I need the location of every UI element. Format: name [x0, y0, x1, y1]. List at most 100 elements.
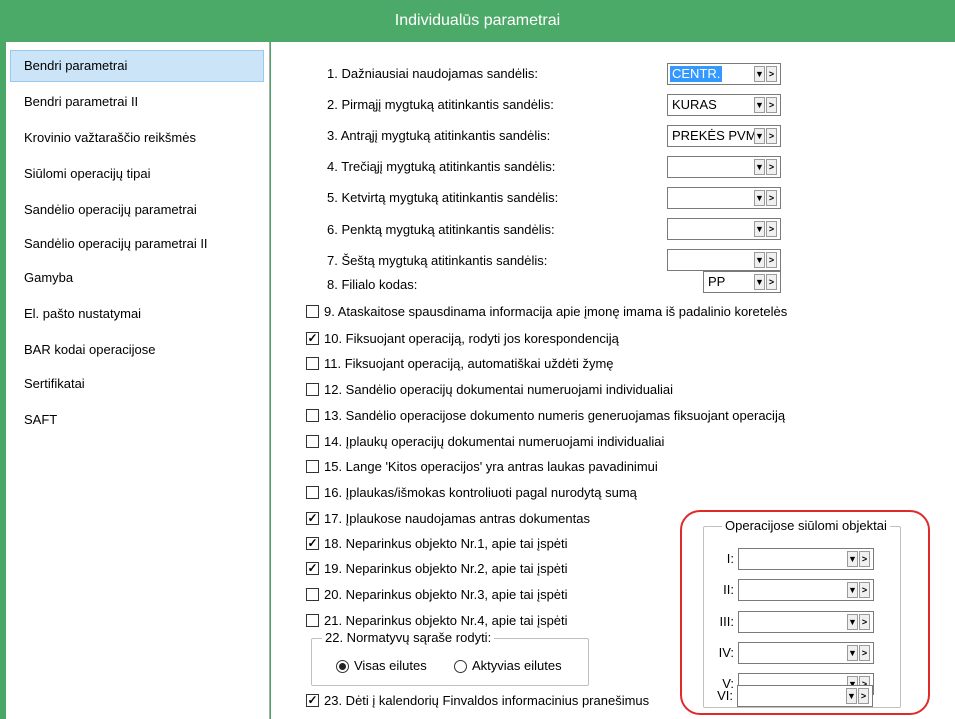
sidebar-item-sandelio-operaciju-parametrai-ii[interactable]: Sandėlio operacijų parametrai II — [10, 228, 264, 260]
checkbox-15[interactable] — [306, 460, 319, 473]
checkbox-17-label: 17. Įplaukose naudojamas antras dokument… — [324, 511, 590, 526]
chevron-down-icon[interactable]: ▼ — [754, 128, 765, 144]
object-value-iv[interactable] — [741, 645, 745, 661]
normative-list-group: 22. Normatyvų sąraše rodyti: Visas eilut… — [311, 630, 589, 686]
object-combo-vi[interactable]: ▼ > — [737, 685, 873, 707]
suggested-objects-group: Operacijose siūlomi objektai I: ▼ > II: ▼… — [703, 518, 901, 708]
warehouse-value-6[interactable] — [670, 221, 674, 237]
warehouse-label-2: 2. Pirmąjį mygtuką atitinkantis sandėlis… — [327, 97, 554, 112]
warehouse-label-4: 4. Trečiąjį mygtuką atitinkantis sandėli… — [327, 159, 556, 174]
sidebar: Bendri parametrai Bendri parametrai II K… — [6, 42, 270, 719]
warehouse-combo-3[interactable]: PREKĖS PVM ▼ > — [667, 125, 781, 147]
chevron-down-icon[interactable]: ▼ — [754, 97, 765, 113]
object-value-ii[interactable] — [741, 582, 745, 598]
sidebar-item-el-pasto-nustatymai[interactable]: El. pašto nustatymai — [10, 298, 264, 330]
checkbox-10[interactable]: ✓ — [306, 332, 319, 345]
checkbox-14-label: 14. Įplaukų operacijų dokumentai numeruo… — [324, 434, 665, 449]
warehouse-combo-2[interactable]: KURAS ▼ > — [667, 94, 781, 116]
chevron-down-icon[interactable]: ▼ — [754, 221, 765, 237]
checkbox-12[interactable] — [306, 383, 319, 396]
object-combo-iv[interactable]: ▼ > — [738, 642, 874, 664]
chevron-down-icon[interactable]: ▼ — [846, 688, 857, 704]
warehouse-value-3[interactable]: PREKĖS PVM — [670, 128, 759, 144]
chevron-down-icon[interactable]: ▼ — [754, 190, 765, 206]
browse-icon[interactable]: > — [859, 645, 870, 661]
sidebar-item-saft[interactable]: SAFT — [10, 404, 264, 436]
sidebar-item-gamyba[interactable]: Gamyba — [10, 262, 264, 294]
browse-icon[interactable]: > — [766, 274, 777, 290]
settings-window: Individualūs parametrai Bendri parametra… — [0, 0, 955, 719]
browse-icon[interactable]: > — [766, 221, 777, 237]
browse-icon[interactable]: > — [858, 688, 869, 704]
warehouse-combo-4[interactable]: ▼ > — [667, 156, 781, 178]
checkbox-14[interactable] — [306, 435, 319, 448]
warehouse-combo-5[interactable]: ▼ > — [667, 187, 781, 209]
window-title: Individualūs parametrai — [0, 0, 955, 42]
warehouse-value-2[interactable]: KURAS — [670, 97, 719, 113]
checkbox-20[interactable] — [306, 588, 319, 601]
checkbox-16[interactable] — [306, 486, 319, 499]
warehouse-label-6: 6. Penktą mygtuką atitinkantis sandėlis: — [327, 222, 555, 237]
browse-icon[interactable]: > — [859, 582, 870, 598]
sidebar-item-bendri-parametrai[interactable]: Bendri parametrai — [10, 50, 264, 82]
object-value-vi[interactable] — [740, 688, 744, 704]
checkbox-13[interactable] — [306, 409, 319, 422]
checkbox-18[interactable]: ✓ — [306, 537, 319, 550]
checkbox-18-label: 18. Neparinkus objekto Nr.1, apie tai įs… — [324, 536, 568, 551]
warehouse-value-4[interactable] — [670, 159, 674, 175]
branch-code-value[interactable]: PP — [706, 274, 727, 290]
object-value-i[interactable] — [741, 551, 745, 567]
chevron-down-icon[interactable]: ▼ — [754, 66, 765, 82]
checkbox-21[interactable] — [306, 614, 319, 627]
checkbox-9[interactable] — [306, 305, 319, 318]
browse-icon[interactable]: > — [766, 190, 777, 206]
sidebar-item-sandelio-operaciju-parametrai[interactable]: Sandėlio operacijų parametrai — [10, 194, 264, 226]
checkbox-23-label: 23. Dėti į kalendorių Finvaldos informac… — [324, 693, 650, 708]
warehouse-value-7[interactable] — [670, 252, 674, 268]
browse-icon[interactable]: > — [766, 252, 777, 268]
warehouse-label-5: 5. Ketvirtą mygtuką atitinkantis sandėli… — [327, 190, 559, 205]
checkbox-19-label: 19. Neparinkus objekto Nr.2, apie tai įs… — [324, 561, 568, 576]
radio-all-rows[interactable] — [336, 660, 349, 673]
chevron-down-icon[interactable]: ▼ — [847, 614, 858, 630]
branch-code-label: 8. Filialo kodas: — [327, 277, 418, 292]
object-combo-iii[interactable]: ▼ > — [738, 611, 874, 633]
checkbox-13-label: 13. Sandėlio operacijose dokumento numer… — [324, 408, 786, 423]
checkbox-10-label: 10. Fiksuojant operaciją, rodyti jos kor… — [324, 331, 619, 346]
chevron-down-icon[interactable]: ▼ — [847, 582, 858, 598]
browse-icon[interactable]: > — [766, 97, 777, 113]
warehouse-value-5[interactable] — [670, 190, 674, 206]
warehouse-combo-1[interactable]: CENTR. ▼ > — [667, 63, 781, 85]
object-combo-ii[interactable]: ▼ > — [738, 579, 874, 601]
warehouse-value-1[interactable]: CENTR. — [670, 66, 723, 82]
checkbox-21-label: 21. Neparinkus objekto Nr.4, apie tai įs… — [324, 613, 568, 628]
chevron-down-icon[interactable]: ▼ — [847, 645, 858, 661]
checkbox-23[interactable]: ✓ — [306, 694, 319, 707]
chevron-down-icon[interactable]: ▼ — [754, 252, 765, 268]
browse-icon[interactable]: > — [766, 159, 777, 175]
radio-active-rows[interactable] — [454, 660, 467, 673]
warehouse-label-3: 3. Antrąjį mygtuką atitinkantis sandėlis… — [327, 128, 551, 143]
browse-icon[interactable]: > — [766, 128, 777, 144]
warehouse-combo-6[interactable]: ▼ > — [667, 218, 781, 240]
checkbox-19[interactable]: ✓ — [306, 562, 319, 575]
checkbox-11[interactable] — [306, 357, 319, 370]
sidebar-item-krovinio-vaztarascio[interactable]: Krovinio važtaraščio reikšmės — [10, 122, 264, 154]
browse-icon[interactable]: > — [766, 66, 777, 82]
object-combo-i[interactable]: ▼ > — [738, 548, 874, 570]
sidebar-item-bar-kodai[interactable]: BAR kodai operacijose — [10, 334, 264, 366]
chevron-down-icon[interactable]: ▼ — [847, 551, 858, 567]
branch-code-combo[interactable]: PP ▼ > — [703, 271, 781, 293]
checkbox-17[interactable]: ✓ — [306, 512, 319, 525]
normative-list-title: 22. Normatyvų sąraše rodyti: — [322, 630, 495, 645]
warehouse-combo-7[interactable]: ▼ > — [667, 249, 781, 271]
object-value-iii[interactable] — [741, 614, 745, 630]
chevron-down-icon[interactable]: ▼ — [754, 274, 765, 290]
sidebar-item-sertifikatai[interactable]: Sertifikatai — [10, 368, 264, 400]
sidebar-item-siulomi-operaciju-tipai[interactable]: Siūlomi operacijų tipai — [10, 158, 264, 190]
chevron-down-icon[interactable]: ▼ — [754, 159, 765, 175]
browse-icon[interactable]: > — [859, 614, 870, 630]
sidebar-item-bendri-parametrai-ii[interactable]: Bendri parametrai II — [10, 86, 264, 118]
browse-icon[interactable]: > — [859, 551, 870, 567]
object-label-ii: II: — [723, 582, 734, 597]
